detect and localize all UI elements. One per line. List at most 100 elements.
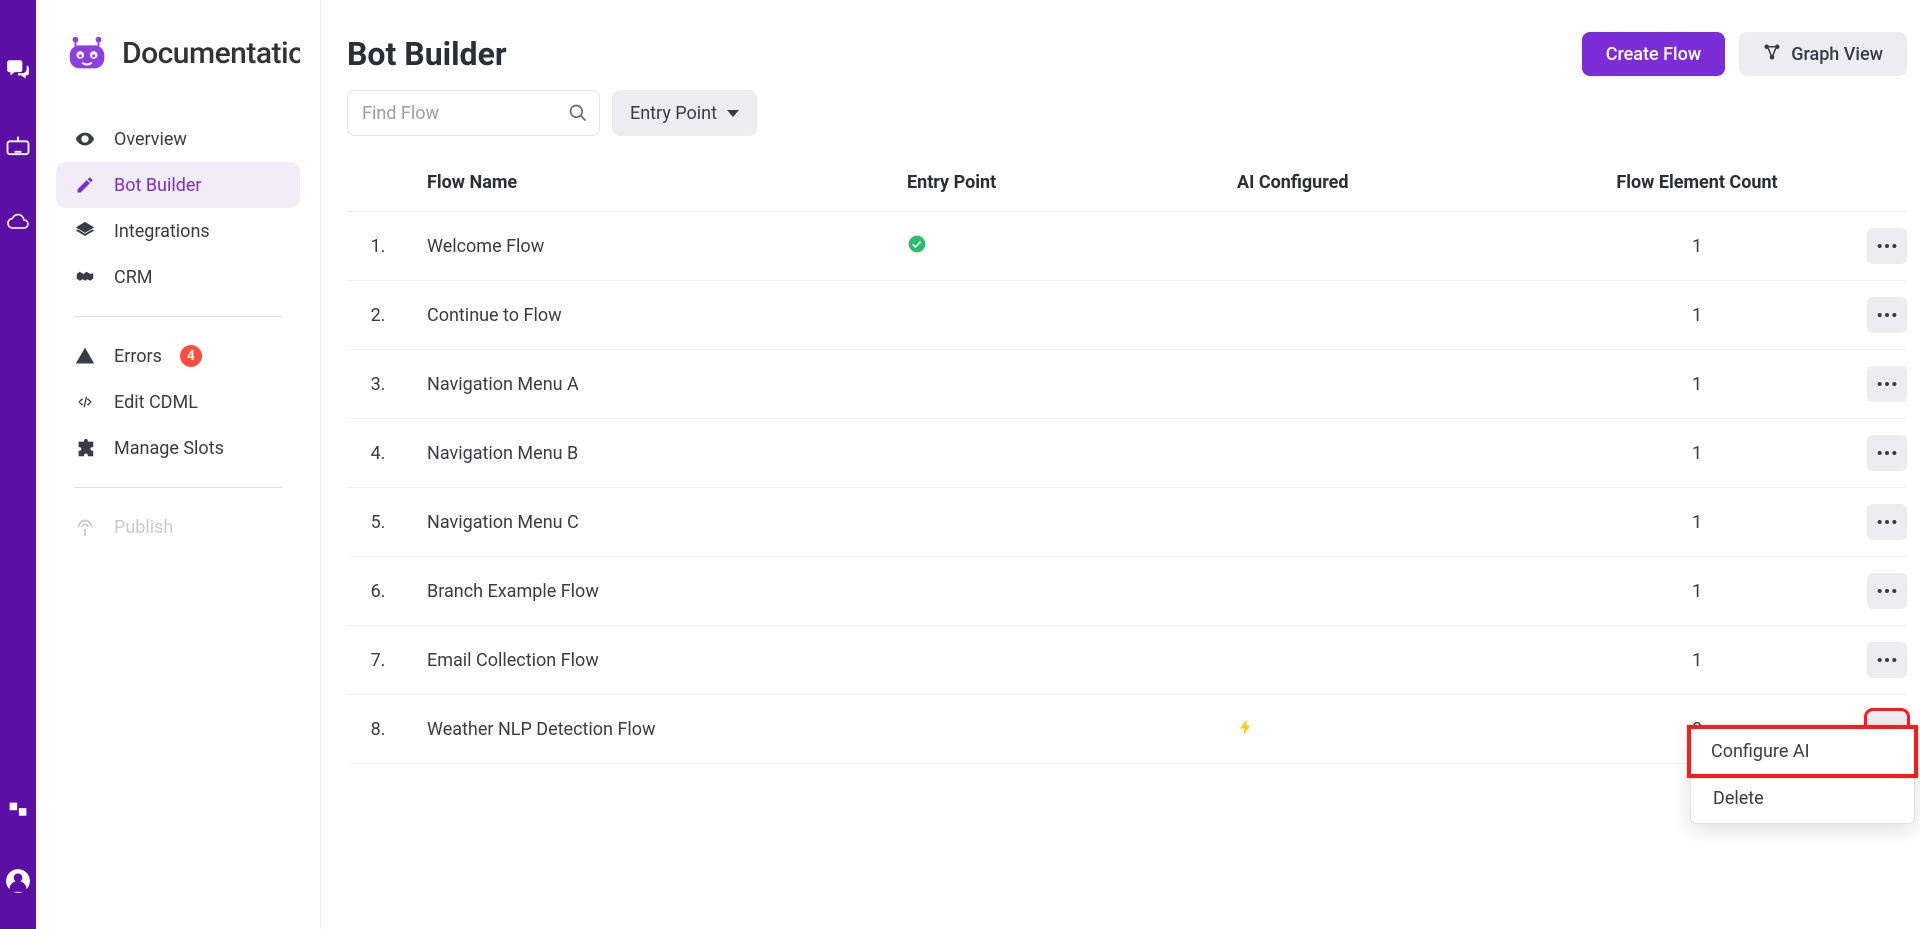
sidebar-item-overview[interactable]: Overview (56, 116, 300, 162)
sidebar-item-errors[interactable]: Errors 4 (56, 333, 300, 379)
pencil-icon (74, 174, 96, 196)
dropdown-label: Entry Point (630, 103, 717, 124)
nav-divider (74, 487, 282, 488)
sidebar-item-publish: Publish (56, 504, 300, 550)
graph-view-button[interactable]: Graph View (1739, 32, 1907, 76)
warning-icon (74, 345, 96, 367)
rail-account-icon[interactable] (0, 863, 36, 899)
nav-divider (74, 316, 282, 317)
row-context-menu: Configure AIDelete (1690, 728, 1915, 824)
table-row: 7.Email Collection Flow 1 (347, 626, 1907, 695)
handshake-icon (74, 266, 96, 288)
search-input[interactable] (347, 90, 600, 136)
flow-name-link[interactable]: Navigation Menu B (427, 443, 578, 464)
sidebar-item-label: Integrations (114, 221, 210, 242)
row-index: 7. (347, 650, 427, 671)
row-actions-button[interactable] (1867, 573, 1907, 609)
col-flow-name: Flow Name (427, 172, 907, 193)
row-actions-button[interactable] (1867, 366, 1907, 402)
flow-name-link[interactable]: Continue to Flow (427, 305, 562, 326)
eye-icon (74, 128, 96, 150)
sidebar-item-label: Bot Builder (114, 175, 202, 196)
element-count-cell: 1 (1557, 443, 1837, 464)
flow-name-link[interactable]: Email Collection Flow (427, 650, 599, 671)
layers-icon (74, 220, 96, 242)
element-count-cell: 1 (1557, 236, 1837, 257)
table-header: Flow Name Entry Point AI Configured Flow… (347, 160, 1907, 212)
row-index: 2. (347, 305, 427, 326)
sidebar-item-crm[interactable]: CRM (56, 254, 300, 300)
col-entry-point: Entry Point (907, 172, 1237, 193)
table-row: 2.Continue to Flow 1 (347, 281, 1907, 350)
entry-point-cell (907, 234, 1237, 259)
context-menu-delete[interactable]: Delete (1691, 774, 1914, 823)
flow-name-link[interactable]: Welcome Flow (427, 236, 544, 257)
error-count-badge: 4 (180, 345, 202, 367)
rail-cloud-icon[interactable] (0, 204, 36, 240)
row-actions-button[interactable] (1867, 504, 1907, 540)
check-circle-icon (907, 238, 927, 259)
flow-name-link[interactable]: Navigation Menu A (427, 374, 579, 395)
sidebar-item-manage-slots[interactable]: Manage Slots (56, 425, 300, 471)
sidebar-item-edit-cdml[interactable]: Edit CDML (56, 379, 300, 425)
col-ai-configured: AI Configured (1237, 172, 1557, 193)
rail-chat-icon[interactable] (0, 52, 36, 88)
table-row: 8.Weather NLP Detection Flow0 (347, 695, 1907, 764)
sidebar-item-bot-builder[interactable]: Bot Builder (56, 162, 300, 208)
col-element-count: Flow Element Count (1557, 172, 1837, 193)
rail-translate-icon[interactable] (0, 793, 36, 829)
element-count-cell: 1 (1557, 305, 1837, 326)
row-index: 3. (347, 374, 427, 395)
flow-name-link[interactable]: Navigation Menu C (427, 512, 579, 533)
row-actions-button[interactable] (1867, 642, 1907, 678)
chevron-down-icon (727, 110, 739, 117)
search-icon (568, 103, 588, 123)
sidebar-item-integrations[interactable]: Integrations (56, 208, 300, 254)
sidebar-item-label: Publish (114, 517, 173, 538)
bolt-icon (1237, 722, 1255, 743)
graph-icon (1763, 43, 1781, 66)
flow-name-link[interactable]: Branch Example Flow (427, 581, 599, 602)
row-actions-button[interactable] (1867, 297, 1907, 333)
flow-name-link[interactable]: Weather NLP Detection Flow (427, 719, 656, 740)
main-content: Bot Builder Create Flow Graph View En (321, 0, 1920, 929)
row-index: 6. (347, 581, 427, 602)
entry-point-dropdown[interactable]: Entry Point (612, 90, 757, 136)
context-menu-configure-ai[interactable]: Configure AI (1689, 727, 1916, 776)
element-count-cell: 1 (1557, 650, 1837, 671)
element-count-cell: 1 (1557, 512, 1837, 533)
page-title: Bot Builder (347, 35, 507, 73)
brand: Documentation (56, 30, 300, 76)
sidebar-item-label: CRM (114, 267, 153, 288)
sidebar: Documentation Overview Bot Builder Integra… (36, 0, 321, 929)
row-actions-button[interactable] (1867, 435, 1907, 471)
element-count-cell: 1 (1557, 374, 1837, 395)
sidebar-item-label: Edit CDML (114, 392, 198, 413)
create-flow-button[interactable]: Create Flow (1582, 32, 1725, 76)
sidebar-item-label: Errors (114, 346, 162, 367)
ai-configured-cell (1237, 716, 1557, 743)
broadcast-icon (74, 516, 96, 538)
code-icon (74, 391, 96, 413)
app-rail (0, 0, 36, 929)
search-flow-box (347, 90, 600, 136)
element-count-cell: 1 (1557, 581, 1837, 602)
brand-title: Documentation (122, 36, 300, 71)
puzzle-icon (74, 437, 96, 459)
graph-view-label: Graph View (1791, 44, 1883, 65)
table-row: 1.Welcome Flow 1 (347, 212, 1907, 281)
row-index: 4. (347, 443, 427, 464)
brand-logo-icon (64, 30, 110, 76)
row-actions-button[interactable] (1867, 228, 1907, 264)
row-index: 5. (347, 512, 427, 533)
table-row: 6.Branch Example Flow 1 (347, 557, 1907, 626)
flows-table: Flow Name Entry Point AI Configured Flow… (347, 160, 1907, 764)
sidebar-item-label: Manage Slots (114, 438, 224, 459)
table-row: 3.Navigation Menu A 1 (347, 350, 1907, 419)
sidebar-item-label: Overview (114, 129, 187, 150)
rail-bot-icon[interactable] (0, 128, 36, 164)
row-index: 8. (347, 719, 427, 740)
row-index: 1. (347, 236, 427, 257)
table-row: 5.Navigation Menu C 1 (347, 488, 1907, 557)
table-row: 4.Navigation Menu B 1 (347, 419, 1907, 488)
